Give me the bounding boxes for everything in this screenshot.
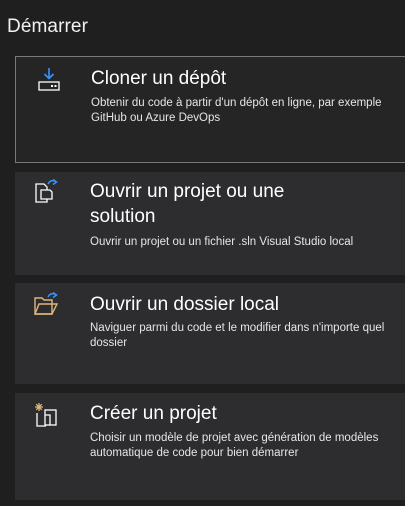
card-description: Obtenir du code à partir d'un dépôt en l… — [91, 97, 382, 124]
card-description: Naviguer parmi du code et le modifier da… — [90, 322, 385, 349]
open-folder-card[interactable]: Ouvrir un dossier local Naviguer parmi d… — [15, 283, 405, 384]
card-description: Choisir un modèle de projet avec générat… — [90, 432, 379, 459]
create-project-card[interactable]: Créer un projet Choisir un modèle de pro… — [15, 393, 405, 500]
section-heading: Démarrer — [7, 16, 89, 37]
card-title: Ouvrir un projet ou une solution — [90, 181, 285, 227]
get-started-panel: Démarrer Cloner un dépôt Obtenir du code… — [0, 0, 405, 506]
card-title: Ouvrir un dossier local — [90, 294, 280, 315]
card-title: Cloner un dépôt — [91, 68, 227, 89]
card-title: Créer un projet — [90, 403, 217, 424]
clone-repository-icon — [38, 68, 60, 91]
card-description: Ouvrir un projet ou un fichier .sln Visu… — [90, 236, 354, 248]
new-project-icon — [35, 403, 57, 427]
open-folder-icon — [33, 291, 59, 315]
open-project-icon — [35, 178, 58, 203]
open-project-card[interactable]: Ouvrir un projet ou une solution Ouvrir … — [15, 172, 405, 275]
clone-repository-card[interactable]: Cloner un dépôt Obtenir du code à partir… — [15, 56, 405, 163]
